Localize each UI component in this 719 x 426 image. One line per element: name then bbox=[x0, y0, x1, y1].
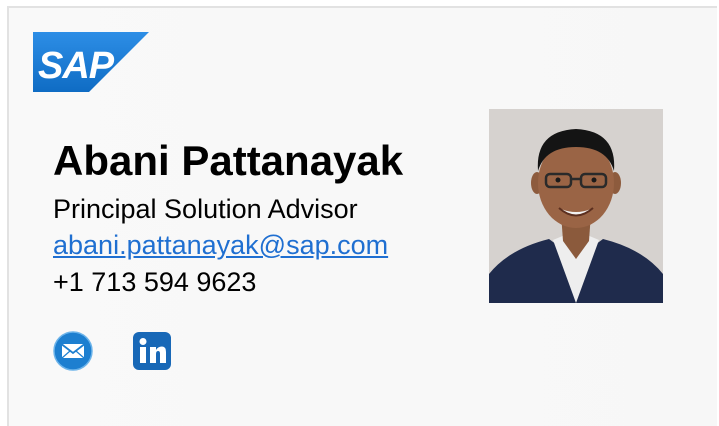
email-link[interactable]: abani.pattanayak@sap.com bbox=[53, 229, 388, 261]
profile-photo-image bbox=[489, 109, 663, 303]
contact-title: Principal Solution Advisor bbox=[53, 194, 358, 224]
sap-logo: SAP bbox=[33, 32, 149, 92]
contact-name: Abani Pattanayak bbox=[53, 137, 404, 184]
profile-photo bbox=[489, 109, 663, 303]
sap-logo-text: SAP bbox=[38, 45, 115, 87]
email-icon[interactable] bbox=[53, 331, 93, 371]
linkedin-icon[interactable] bbox=[132, 331, 172, 371]
email-signature-card: SAP Abani Pattanayak Principal Solution … bbox=[7, 6, 717, 426]
contact-phone: +1 713 594 9623 bbox=[53, 267, 257, 297]
